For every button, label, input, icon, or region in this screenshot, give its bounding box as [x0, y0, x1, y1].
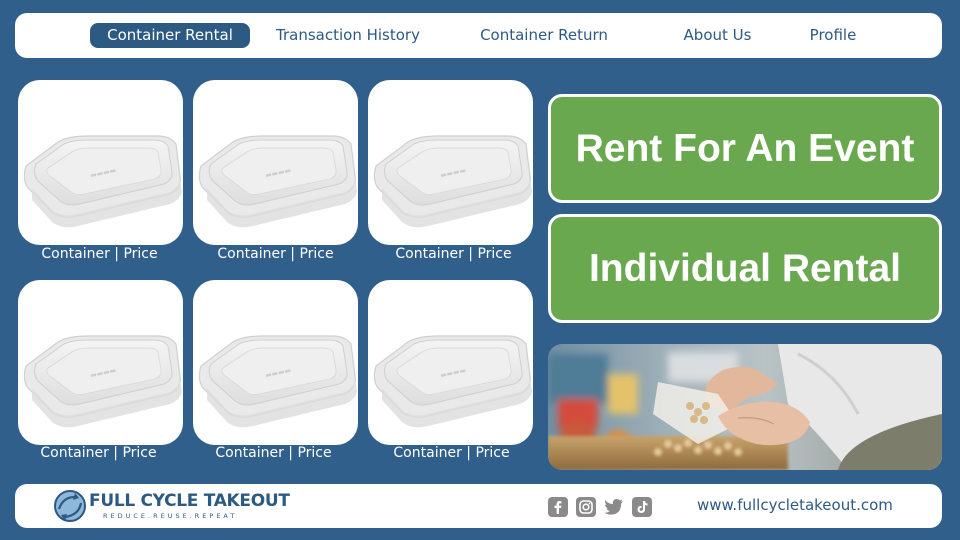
product-caption: Container | Price [215, 445, 332, 461]
brand-logo[interactable]: FULL CYCLE TAKEOUT REDUCE.REUSE.REPEAT [53, 487, 293, 525]
product-card[interactable] [18, 280, 183, 445]
product-card[interactable] [193, 280, 358, 445]
product-card[interactable] [193, 80, 358, 245]
individual-rental-button[interactable]: Individual Rental [548, 214, 942, 323]
product-card[interactable] [368, 280, 533, 445]
tab-transaction-history[interactable]: Transaction History [267, 23, 429, 48]
plastic-container-icon [23, 135, 183, 228]
tab-profile[interactable]: Profile [799, 23, 867, 48]
brand-tagline: REDUCE.REUSE.REPEAT [103, 512, 238, 520]
twitter-icon[interactable] [604, 497, 624, 517]
instagram-icon[interactable] [576, 497, 596, 517]
tab-about-us[interactable]: About Us [675, 23, 760, 48]
top-nav: Container Rental Transaction History Con… [15, 13, 942, 58]
brand-name: FULL CYCLE TAKEOUT [89, 491, 290, 511]
tiktok-icon[interactable] [632, 497, 652, 517]
promo-photo [548, 344, 942, 470]
product-caption: Container | Price [393, 445, 510, 461]
facebook-icon[interactable] [548, 497, 568, 517]
plastic-container-icon [373, 335, 533, 428]
plastic-container-icon [23, 335, 183, 428]
product-caption: Container | Price [217, 246, 334, 262]
plastic-container-icon [198, 335, 358, 428]
product-caption: Container | Price [40, 445, 157, 461]
plastic-container-icon [198, 135, 358, 228]
product-caption: Container | Price [41, 246, 158, 262]
website-link[interactable]: www.fullcycletakeout.com [697, 496, 893, 514]
rent-for-event-button[interactable]: Rent For An Event [548, 94, 942, 203]
product-card[interactable] [368, 80, 533, 245]
product-card[interactable] [18, 80, 183, 245]
footer: FULL CYCLE TAKEOUT REDUCE.REUSE.REPEAT w… [15, 484, 942, 528]
recycle-globe-icon [54, 490, 86, 522]
tab-container-return[interactable]: Container Return [473, 23, 615, 48]
plastic-container-icon [373, 135, 533, 228]
product-caption: Container | Price [395, 246, 512, 262]
tab-container-rental[interactable]: Container Rental [90, 23, 250, 48]
